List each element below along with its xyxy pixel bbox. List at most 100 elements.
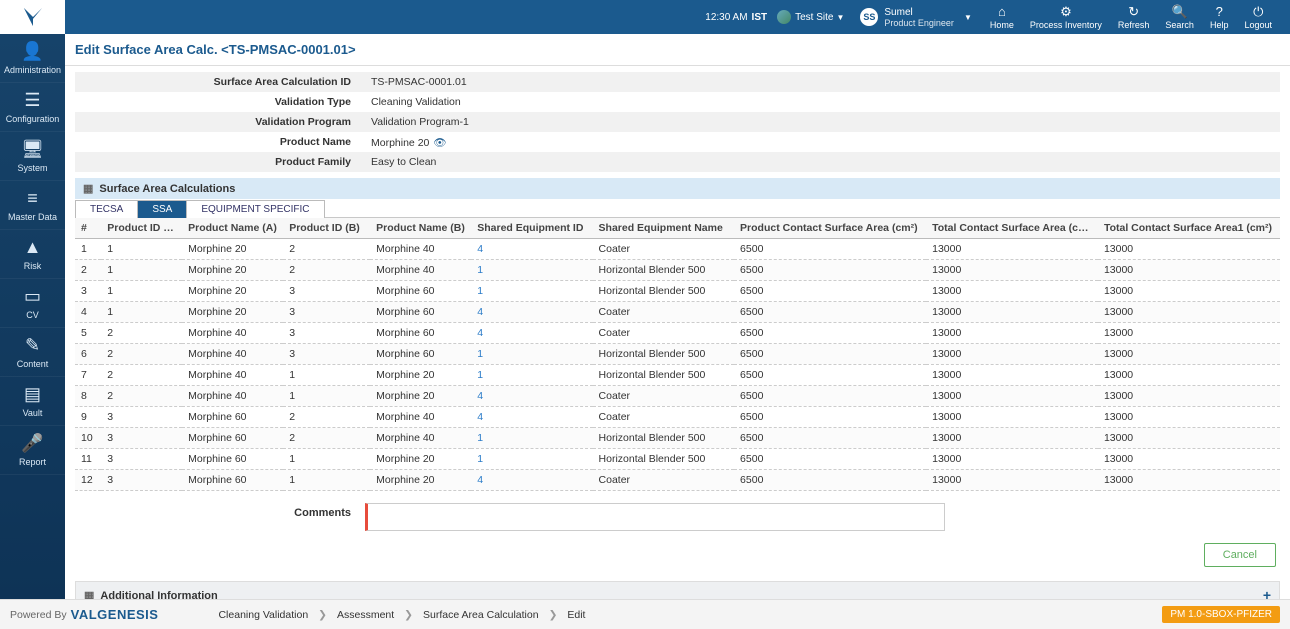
table-row[interactable]: 11Morphine 202Morphine 404Coater65001300… (75, 239, 1280, 260)
user-menu[interactable]: SS Sumel Product Engineer ▼ (854, 7, 971, 28)
sidebar-item-vault[interactable]: ▤Vault (0, 377, 65, 426)
table-cell: Morphine 60 (370, 323, 471, 344)
table-cell: Morphine 60 (370, 344, 471, 365)
table-row[interactable]: 41Morphine 203Morphine 604Coater65001300… (75, 302, 1280, 323)
sidebar-item-label: Risk (24, 261, 42, 271)
column-header[interactable]: Shared Equipment Name (593, 218, 735, 239)
chevron-down-icon: ▼ (836, 13, 844, 22)
refresh-button[interactable]: ↻Refresh (1118, 5, 1150, 30)
table-row[interactable]: 123Morphine 601Morphine 204Coater6500130… (75, 470, 1280, 491)
breadcrumb-item[interactable]: Assessment (337, 609, 394, 621)
brand-logo[interactable] (0, 0, 65, 34)
process-inventory-button[interactable]: ⚙Process Inventory (1030, 5, 1102, 30)
sidebar-item-configuration[interactable]: ☰Configuration (0, 83, 65, 132)
user-name: Sumel (884, 7, 954, 18)
column-header[interactable]: Product Contact Surface Area (cm²) (734, 218, 926, 239)
equipment-id-link[interactable]: 4 (477, 243, 483, 255)
column-header[interactable]: Shared Equipment ID (471, 218, 592, 239)
help-button[interactable]: ?Help (1210, 5, 1229, 30)
sidebar-item-content[interactable]: ✎Content (0, 328, 65, 377)
table-cell: 1 (471, 344, 592, 365)
table-row[interactable]: 103Morphine 602Morphine 401Horizontal Bl… (75, 428, 1280, 449)
column-header[interactable]: # (75, 218, 101, 239)
sidebar-item-system[interactable]: 🖥System (0, 132, 65, 181)
clock-time: 12:30 AM (705, 12, 747, 23)
tab-equipment-specific[interactable]: EQUIPMENT SPECIFIC (186, 200, 324, 218)
equipment-id-link[interactable]: 4 (477, 390, 483, 402)
details-label: Surface Area Calculation ID (75, 76, 365, 88)
equipment-id-link[interactable]: 4 (477, 411, 483, 423)
breadcrumb-item[interactable]: Edit (567, 609, 585, 621)
home-icon: ⌂ (998, 5, 1006, 19)
equipment-id-link[interactable]: 1 (477, 285, 483, 297)
details-label: Product Name (75, 136, 365, 148)
breadcrumb-item[interactable]: Cleaning Validation (218, 609, 308, 621)
column-header[interactable]: Product Name (A) (182, 218, 283, 239)
table-row[interactable]: 31Morphine 203Morphine 601Horizontal Ble… (75, 281, 1280, 302)
table-cell: 4 (471, 386, 592, 407)
chevron-right-icon: ❯ (318, 609, 327, 621)
equipment-id-link[interactable]: 4 (477, 474, 483, 486)
breadcrumb-item[interactable]: Surface Area Calculation (423, 609, 539, 621)
power-icon: ⏻ (1253, 5, 1263, 19)
table-cell: Morphine 60 (370, 302, 471, 323)
table-cell: 6500 (734, 323, 926, 344)
sidebar-item-cv[interactable]: ▭CV (0, 279, 65, 328)
sidebar-item-risk[interactable]: ▲ Risk (0, 230, 65, 279)
footer: Powered By VALGENESIS Cleaning Validatio… (0, 599, 1290, 629)
equipment-id-link[interactable]: 1 (477, 369, 483, 381)
table-cell: 13000 (926, 386, 1098, 407)
table-row[interactable]: 82Morphine 401Morphine 204Coater65001300… (75, 386, 1280, 407)
sidebar-item-master-data[interactable]: ≡Master Data (0, 181, 65, 230)
expand-icon[interactable]: + (1263, 587, 1271, 599)
comments-input[interactable] (365, 503, 945, 531)
sidebar-item-label: Report (19, 457, 46, 467)
nav-label: Help (1210, 20, 1229, 30)
table-row[interactable]: 21Morphine 202Morphine 401Horizontal Ble… (75, 260, 1280, 281)
grip-icon: ▦ (84, 590, 94, 600)
logout-button[interactable]: ⏻Logout (1244, 5, 1272, 30)
table-cell: 13000 (926, 323, 1098, 344)
home-button[interactable]: ⌂Home (990, 5, 1014, 30)
brand-name: VALGENESIS (71, 607, 159, 622)
table-cell: 13000 (926, 344, 1098, 365)
equipment-id-link[interactable]: 4 (477, 306, 483, 318)
equipment-id-link[interactable]: 1 (477, 453, 483, 465)
table-row[interactable]: 93Morphine 602Morphine 404Coater65001300… (75, 407, 1280, 428)
nav-label: Refresh (1118, 20, 1150, 30)
details-row: Surface Area Calculation IDTS-PMSAC-0001… (75, 72, 1280, 92)
additional-information-panel[interactable]: ▦Additional Information + (75, 581, 1280, 599)
main-content: Edit Surface Area Calc. <TS-PMSAC-0001.0… (65, 34, 1290, 599)
table-cell: 4 (471, 407, 592, 428)
column-header[interactable]: Product Name (B) (370, 218, 471, 239)
table-cell: 1 (471, 260, 592, 281)
search-button[interactable]: 🔍Search (1165, 5, 1194, 30)
ssa-table: #Product ID (A)Product Name (A)Product I… (75, 218, 1280, 491)
equipment-id-link[interactable]: 1 (477, 264, 483, 276)
table-cell: 6500 (734, 344, 926, 365)
sidebar-item-administration[interactable]: 👤Administration (0, 34, 65, 83)
table-row[interactable]: 113Morphine 601Morphine 201Horizontal Bl… (75, 449, 1280, 470)
column-header[interactable]: Product ID (B) (283, 218, 370, 239)
column-header[interactable]: Product ID (A) (101, 218, 182, 239)
table-cell: 13000 (1098, 344, 1280, 365)
sidebar-item-report[interactable]: 🎤Report (0, 426, 65, 475)
tabs: TECSA SSA EQUIPMENT SPECIFIC (75, 199, 1280, 218)
cancel-button[interactable]: Cancel (1204, 543, 1276, 567)
equipment-id-link[interactable]: 1 (477, 432, 483, 444)
tab-ssa[interactable]: SSA (137, 200, 187, 218)
warning-icon: ▲ (24, 237, 42, 258)
table-row[interactable]: 52Morphine 403Morphine 604Coater65001300… (75, 323, 1280, 344)
column-header[interactable]: Total Contact Surface Area1 (cm²) (1098, 218, 1280, 239)
view-icon[interactable]: 👁 (433, 137, 446, 149)
sidebar-item-label: CV (26, 310, 39, 320)
column-header[interactable]: Total Contact Surface Area (cm²) (926, 218, 1098, 239)
sidebar-item-label: Master Data (8, 212, 57, 222)
equipment-id-link[interactable]: 4 (477, 327, 483, 339)
equipment-id-link[interactable]: 1 (477, 348, 483, 360)
tab-tecsa[interactable]: TECSA (75, 200, 138, 218)
table-row[interactable]: 72Morphine 401Morphine 201Horizontal Ble… (75, 365, 1280, 386)
table-cell: 1 (101, 239, 182, 260)
site-selector[interactable]: Test Site▼ (795, 12, 844, 23)
table-row[interactable]: 62Morphine 403Morphine 601Horizontal Ble… (75, 344, 1280, 365)
